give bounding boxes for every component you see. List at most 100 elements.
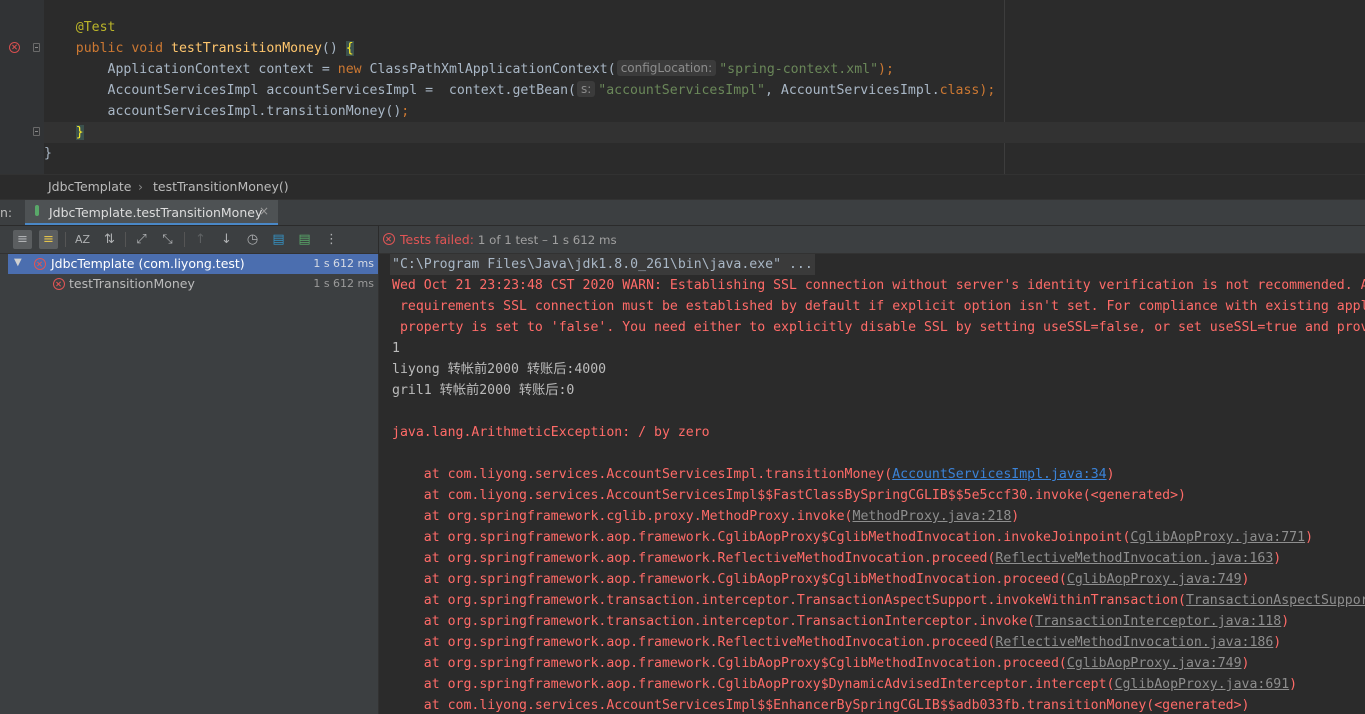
code-token: @Test <box>75 20 116 35</box>
collapse-all-icon[interactable]: ⤡ <box>158 230 177 249</box>
tests-failed-icon <box>383 233 395 245</box>
code-line[interactable]: @Test <box>44 17 1365 38</box>
next-failed-icon[interactable]: ↓ <box>217 230 236 249</box>
run-label: n: <box>0 205 13 220</box>
fold-marker-icon[interactable] <box>33 127 40 136</box>
test-history-icon[interactable]: ◷ <box>243 230 262 249</box>
breadcrumb: JdbcTemplate › testTransitionMoney() <box>0 174 1365 199</box>
console-command-line[interactable]: "C:\Program Files\Java\jdk1.8.0_261\bin\… <box>390 254 815 275</box>
stack-frame: at org.springframework.aop.framework.Cgl… <box>392 674 1297 695</box>
run-tab-label: JdbcTemplate.testTransitionMoney <box>49 205 263 220</box>
expand-all-icon[interactable]: ⤢ <box>132 230 151 249</box>
run-tab[interactable]: JdbcTemplate.testTransitionMoney × <box>25 200 278 225</box>
toolbar-separator <box>65 232 66 247</box>
code-token: AccountServicesImpl accountServicesImpl … <box>107 83 576 98</box>
code-token: public <box>75 41 132 56</box>
parameter-hint: configLocation: <box>616 60 717 76</box>
gutter-line-close-brace <box>0 122 44 143</box>
test-failed-icon <box>53 278 65 290</box>
stack-frame-text: ) <box>1011 509 1020 524</box>
console-output[interactable]: "C:\Program Files\Java\jdk1.8.0_261\bin\… <box>379 254 1365 714</box>
export-tests-icon[interactable]: ▤ <box>295 230 314 249</box>
tree-row-label: JdbcTemplate (com.liyong.test) <box>51 256 245 271</box>
more-options-icon[interactable]: ⋮ <box>322 230 341 249</box>
previous-failed-icon[interactable]: ↑ <box>191 230 210 249</box>
stack-frame: at com.liyong.services.AccountServicesIm… <box>392 695 1250 714</box>
code-token: { <box>345 41 354 56</box>
source-link[interactable]: CglibAopProxy.java:749 <box>1067 656 1242 671</box>
source-link[interactable]: MethodProxy.java:218 <box>853 509 1012 524</box>
code-token: ); <box>878 62 894 77</box>
show-passed-icon[interactable]: ≡ <box>13 230 32 249</box>
source-link[interactable]: CglibAopProxy.java:749 <box>1067 572 1242 587</box>
stack-frame-text: at org.springframework.aop.framework.Cgl… <box>392 530 1131 545</box>
code-line[interactable]: } <box>44 122 1365 143</box>
show-ignored-icon[interactable]: ≡ <box>39 230 58 249</box>
source-link[interactable]: TransactionInterceptor.java:118 <box>1035 614 1281 629</box>
code-token: } <box>44 146 52 161</box>
source-link[interactable]: CglibAopProxy.java:691 <box>1115 677 1290 692</box>
console-output-line: 1 <box>392 341 400 356</box>
tree-row-label: testTransitionMoney <box>69 276 195 291</box>
console-warn-line: property is set to 'false'. You need eit… <box>392 320 1365 335</box>
stack-frame-text: ) <box>1106 467 1115 482</box>
sort-by-duration-icon[interactable]: ⇅ <box>100 230 119 249</box>
test-failed-icon[interactable] <box>9 42 20 53</box>
source-link[interactable]: ReflectiveMethodInvocation.java:163 <box>995 551 1273 566</box>
source-link[interactable]: TransactionAspectSupport.java:367 <box>1186 593 1365 608</box>
import-tests-icon[interactable]: ▤ <box>269 230 288 249</box>
code-line[interactable]: public void testTransitionMoney() { <box>44 38 1365 59</box>
code-token: new <box>337 62 370 77</box>
source-link[interactable]: AccountServicesImpl.java:34 <box>892 467 1106 482</box>
stack-frame-text: ) <box>1273 551 1282 566</box>
breadcrumb-method[interactable]: testTransitionMoney() <box>153 179 289 194</box>
stack-frame: at org.springframework.aop.framework.Cgl… <box>392 653 1250 674</box>
editor-gutter[interactable] <box>0 0 44 174</box>
code-token: () <box>321 41 346 56</box>
code-editor[interactable]: @Test public void testTransitionMoney() … <box>0 0 1365 174</box>
close-tab-icon[interactable]: × <box>259 204 269 218</box>
code-line[interactable]: AccountServicesImpl accountServicesImpl … <box>44 80 1365 101</box>
tests-failed-detail: 1 of 1 test – 1 s 612 ms <box>477 233 617 247</box>
code-token: ); <box>979 83 996 98</box>
code-token: void <box>131 41 172 56</box>
stack-frame: at org.springframework.aop.framework.Cgl… <box>392 527 1313 548</box>
code-token: testTransitionMoney <box>171 41 322 56</box>
stack-frame: at org.springframework.aop.framework.Cgl… <box>392 569 1250 590</box>
stack-frame-text: at org.springframework.aop.framework.Cgl… <box>392 572 1067 587</box>
tree-row-duration: 1 s 612 ms <box>313 277 374 290</box>
source-link[interactable]: CglibAopProxy.java:771 <box>1130 530 1305 545</box>
tree-row-test-class[interactable]: ▼ JdbcTemplate (com.liyong.test) 1 s 612… <box>8 254 378 274</box>
breadcrumb-class[interactable]: JdbcTemplate <box>48 179 131 194</box>
code-line[interactable]: ApplicationContext context = new ClassPa… <box>44 59 1365 80</box>
stack-frame-text: ) <box>1305 530 1314 545</box>
code-token: ClassPathXmlApplicationContext( <box>369 62 616 77</box>
code-line[interactable]: } <box>44 143 1365 164</box>
code-token: , AccountServicesImpl. <box>765 83 940 98</box>
stack-frame-text: ) <box>1241 656 1250 671</box>
stack-frame-text: ) <box>1241 572 1250 587</box>
tree-row-test-method[interactable]: testTransitionMoney 1 s 612 ms <box>8 274 378 294</box>
code-token: ; <box>401 104 410 119</box>
collapse-arrow-icon[interactable]: ▼ <box>14 257 22 268</box>
stack-frame-text: at org.springframework.cglib.proxy.Metho… <box>392 509 853 524</box>
code-line[interactable]: accountServicesImpl.transitionMoney(); <box>44 101 1365 122</box>
run-tool-window-header: n: JdbcTemplate.testTransitionMoney × <box>0 199 1365 226</box>
breadcrumb-separator: › <box>138 179 143 194</box>
console-warn-line: Wed Oct 21 23:23:48 CST 2020 WARN: Estab… <box>392 278 1365 293</box>
source-link[interactable]: ReflectiveMethodInvocation.java:186 <box>995 635 1273 650</box>
test-results-tree[interactable]: ▼ JdbcTemplate (com.liyong.test) 1 s 612… <box>0 254 379 714</box>
stack-frame-text: at org.springframework.transaction.inter… <box>392 614 1036 629</box>
code-token: } <box>75 125 84 140</box>
sort-alphabetically-icon[interactable]: AZ <box>73 230 92 249</box>
stack-frame: at com.liyong.services.AccountServicesIm… <box>392 464 1115 485</box>
gutter-line-test-method[interactable] <box>0 38 44 59</box>
code-token: ApplicationContext context = <box>107 62 338 77</box>
console-exception-line: java.lang.ArithmeticException: / by zero <box>392 425 710 440</box>
stack-frame: at org.springframework.transaction.inter… <box>392 590 1365 611</box>
stack-frame-text: at com.liyong.services.AccountServicesIm… <box>392 698 1250 713</box>
tree-row-duration: 1 s 612 ms <box>313 257 374 270</box>
fold-marker-icon[interactable] <box>33 43 40 52</box>
stack-frame-text: at org.springframework.aop.framework.Ref… <box>392 635 996 650</box>
